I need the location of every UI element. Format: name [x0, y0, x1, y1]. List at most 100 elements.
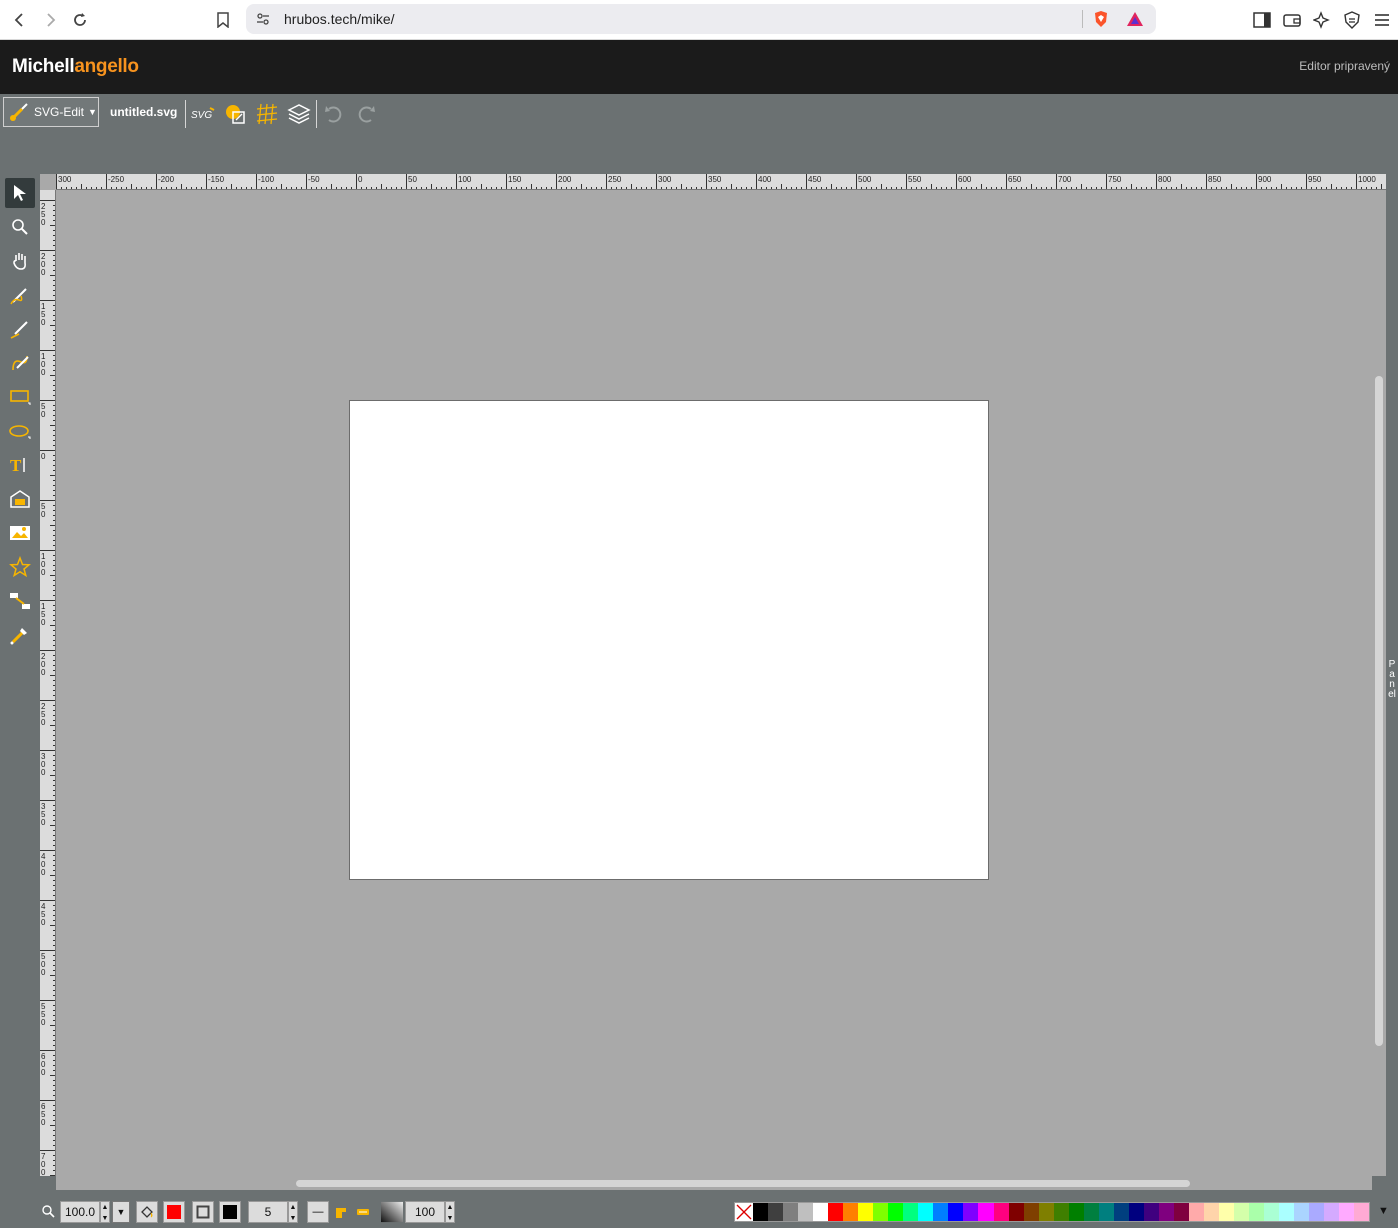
svg-canvas[interactable] — [349, 400, 989, 880]
palette-color-swatch[interactable] — [753, 1203, 769, 1221]
palette-color-swatch[interactable] — [1038, 1203, 1054, 1221]
ellipse-tool-icon[interactable] — [5, 416, 35, 446]
star-tool-icon[interactable] — [5, 552, 35, 582]
opacity-input[interactable]: 100 — [405, 1201, 445, 1223]
horizontal-scrollbar-thumb[interactable] — [296, 1180, 1190, 1187]
back-icon[interactable] — [8, 8, 32, 32]
palette-color-swatch[interactable] — [1324, 1203, 1340, 1221]
palette-color-swatch[interactable] — [783, 1203, 799, 1221]
stroke-width-stepper[interactable]: ▲ ▼ — [288, 1201, 298, 1223]
palette-color-swatch[interactable] — [888, 1203, 904, 1221]
palette-color-swatch[interactable] — [858, 1203, 874, 1221]
pencil-tool-icon[interactable] — [5, 280, 35, 310]
connector-tool-icon[interactable] — [5, 586, 35, 616]
line-tool-icon[interactable] — [5, 314, 35, 344]
palette-color-swatch[interactable] — [873, 1203, 889, 1221]
palette-color-swatch[interactable] — [1113, 1203, 1129, 1221]
select-tool-icon[interactable] — [5, 178, 35, 208]
ruler-label: 0 — [41, 510, 46, 519]
vpn-shield-icon[interactable] — [1340, 8, 1364, 32]
palette-color-swatch[interactable] — [813, 1203, 829, 1221]
palette-color-swatch[interactable] — [1294, 1203, 1310, 1221]
canvas-workarea[interactable] — [56, 190, 1372, 1176]
palette-color-swatch[interactable] — [933, 1203, 949, 1221]
palette-color-swatch[interactable] — [1158, 1203, 1174, 1221]
palette-color-swatch[interactable] — [1143, 1203, 1159, 1221]
palette-color-swatch[interactable] — [993, 1203, 1009, 1221]
redo-icon[interactable] — [353, 101, 379, 127]
no-color-swatch[interactable] — [735, 1203, 753, 1221]
zoom-dropdown-button[interactable]: ▼ — [112, 1201, 130, 1223]
stroke-style-dropdown[interactable]: — — [307, 1201, 329, 1223]
reload-icon[interactable] — [68, 8, 92, 32]
picture-tool-icon[interactable] — [5, 518, 35, 548]
palette-color-swatch[interactable] — [1279, 1203, 1295, 1221]
ruler-vertical: 2502001501005005010015020025030035040045… — [40, 190, 56, 1176]
palette-color-swatch[interactable] — [768, 1203, 784, 1221]
main-menu-button[interactable]: SVG-Edit ▼ — [3, 97, 99, 127]
palette-color-swatch[interactable] — [1309, 1203, 1325, 1221]
grid-icon[interactable] — [254, 101, 280, 127]
zoom-tool-icon[interactable] — [5, 212, 35, 242]
palette-color-swatch[interactable] — [948, 1203, 964, 1221]
site-settings-icon[interactable] — [256, 12, 270, 31]
eyedropper-tool-icon[interactable] — [5, 620, 35, 650]
image-tool-icon[interactable] — [5, 484, 35, 514]
brave-shields-icon[interactable] — [1092, 10, 1110, 33]
palette-color-swatch[interactable] — [1339, 1203, 1355, 1221]
color-palette — [734, 1202, 1370, 1222]
palette-color-swatch[interactable] — [918, 1203, 934, 1221]
palette-color-swatch[interactable] — [1128, 1203, 1144, 1221]
rectangle-tool-icon[interactable] — [5, 382, 35, 412]
text-tool-icon[interactable]: T — [5, 450, 35, 480]
palette-color-swatch[interactable] — [1098, 1203, 1114, 1221]
menu-icon[interactable] — [1370, 8, 1394, 32]
wallet-icon[interactable] — [1280, 8, 1304, 32]
fill-color-swatch[interactable] — [163, 1201, 185, 1223]
palette-color-swatch[interactable] — [1173, 1203, 1189, 1221]
stroke-width-input[interactable]: 5 — [248, 1201, 288, 1223]
stroke-width-value: 5 — [264, 1205, 272, 1219]
path-tool-icon[interactable] — [5, 348, 35, 378]
palette-color-swatch[interactable] — [1354, 1203, 1370, 1221]
palette-color-swatch[interactable] — [903, 1203, 919, 1221]
palette-color-swatch[interactable] — [1023, 1203, 1039, 1221]
sidebar-icon[interactable] — [1250, 8, 1274, 32]
undo-icon[interactable] — [321, 101, 347, 127]
leo-ai-icon[interactable] — [1310, 8, 1334, 32]
zoom-input[interactable]: 100.0 — [60, 1201, 100, 1223]
palette-color-swatch[interactable] — [963, 1203, 979, 1221]
palette-color-swatch[interactable] — [1083, 1203, 1099, 1221]
palette-color-swatch[interactable] — [1068, 1203, 1084, 1221]
forward-icon[interactable] — [38, 8, 62, 32]
stroke-color-swatch[interactable] — [219, 1201, 241, 1223]
palette-color-swatch[interactable] — [1053, 1203, 1069, 1221]
palette-color-swatch[interactable] — [1203, 1203, 1219, 1221]
fill-paint-icon — [136, 1201, 158, 1223]
palette-color-swatch[interactable] — [1264, 1203, 1280, 1221]
opacity-stepper[interactable]: ▲ ▼ — [445, 1201, 455, 1223]
palette-color-swatch[interactable] — [1218, 1203, 1234, 1221]
stroke-linecap-icon[interactable] — [352, 1201, 374, 1223]
brave-rewards-icon[interactable] — [1126, 10, 1144, 33]
zoom-stepper[interactable]: ▲ ▼ — [100, 1201, 110, 1223]
address-bar[interactable]: hrubos.tech/mike/ — [246, 4, 1156, 34]
pan-tool-icon[interactable] — [5, 246, 35, 276]
palette-color-swatch[interactable] — [843, 1203, 859, 1221]
document-properties-icon[interactable] — [222, 101, 248, 127]
palette-color-swatch[interactable] — [1008, 1203, 1024, 1221]
svg-source-icon[interactable]: SVG — [190, 101, 216, 127]
palette-color-swatch[interactable] — [978, 1203, 994, 1221]
bookmark-icon[interactable] — [211, 8, 235, 32]
side-panel-toggle[interactable]: Panel — [1386, 660, 1398, 730]
palette-color-swatch[interactable] — [1234, 1203, 1250, 1221]
palette-color-swatch[interactable] — [1188, 1203, 1204, 1221]
vertical-scrollbar-thumb[interactable] — [1375, 376, 1383, 1046]
layers-icon[interactable] — [286, 101, 312, 127]
svg-text:SVG: SVG — [191, 110, 212, 121]
palette-color-swatch[interactable] — [798, 1203, 814, 1221]
palette-toggle-icon[interactable]: ▼ — [1378, 1205, 1389, 1217]
palette-color-swatch[interactable] — [1249, 1203, 1265, 1221]
palette-color-swatch[interactable] — [828, 1203, 844, 1221]
stroke-linejoin-icon[interactable] — [330, 1201, 352, 1223]
